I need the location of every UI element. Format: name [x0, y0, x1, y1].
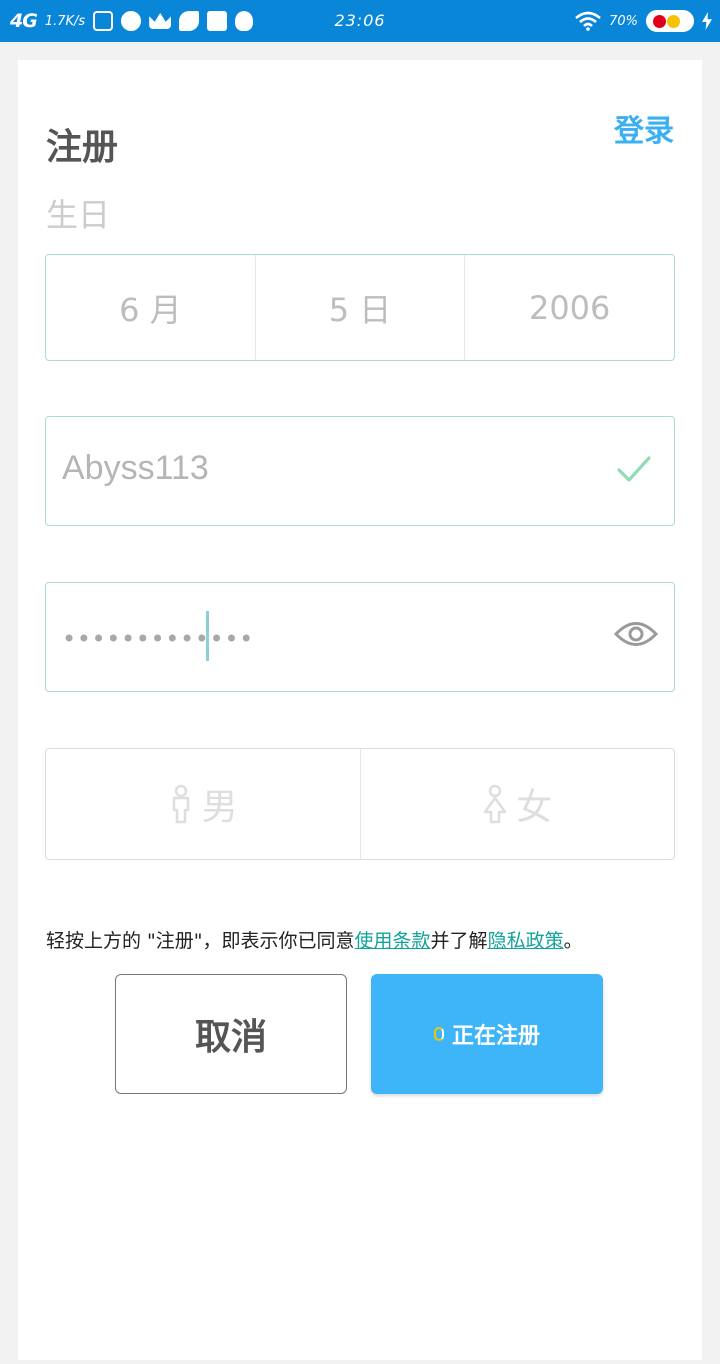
birthday-day[interactable]: 5 日: [256, 255, 466, 360]
register-card: 注册 登录 生日 6 月 5 日 2006 Abyss113 •••••••••…: [18, 60, 702, 1360]
text-cursor: [206, 611, 209, 661]
terms-suffix: 。: [563, 930, 583, 952]
female-icon: [483, 784, 507, 824]
password-field[interactable]: •••••••••••••: [45, 582, 675, 692]
battery-percent: 70%: [609, 13, 638, 29]
password-value: •••••••••••••: [62, 625, 254, 653]
page-title: 注册: [46, 127, 119, 168]
birthday-label: 生日: [46, 196, 111, 234]
gender-selector: 男 女: [45, 748, 675, 860]
register-button-label: 正在注册: [451, 1024, 540, 1049]
privacy-policy-link[interactable]: 隐私政策: [488, 930, 564, 952]
status-right: 70%: [575, 0, 712, 42]
username-value: Abyss113: [62, 449, 209, 487]
gender-female-label: 女: [516, 787, 553, 828]
terms-of-use-link[interactable]: 使用条款: [355, 930, 431, 952]
gender-female-option[interactable]: 女: [361, 749, 675, 859]
cancel-button[interactable]: 取消: [115, 974, 347, 1094]
eye-icon[interactable]: [614, 619, 658, 649]
terms-prefix: 轻按上方的 "注册"，即表示你已同意: [46, 930, 355, 952]
birthday-year[interactable]: 2006: [465, 255, 674, 360]
birthday-month[interactable]: 6 月: [46, 255, 256, 360]
loading-spinner-icon: [433, 1027, 444, 1041]
username-field[interactable]: Abyss113: [45, 416, 675, 526]
gender-male-label: 男: [201, 787, 238, 828]
status-bar: 4G 1.7K/s 23:06 70%: [0, 0, 720, 42]
terms-notice: 轻按上方的 "注册"，即表示你已同意使用条款并了解隐私政策。: [46, 926, 583, 953]
battery-icon: [646, 10, 694, 32]
terms-middle: 并了解: [430, 930, 488, 952]
male-icon: [172, 784, 189, 824]
wifi-icon: [575, 11, 601, 31]
login-link[interactable]: 登录: [614, 106, 674, 150]
gender-male-option[interactable]: 男: [46, 749, 361, 859]
charging-icon: [702, 12, 712, 30]
birthday-picker: 6 月 5 日 2006: [45, 254, 675, 361]
register-button[interactable]: 正在注册: [371, 974, 603, 1094]
check-icon: [617, 456, 651, 482]
